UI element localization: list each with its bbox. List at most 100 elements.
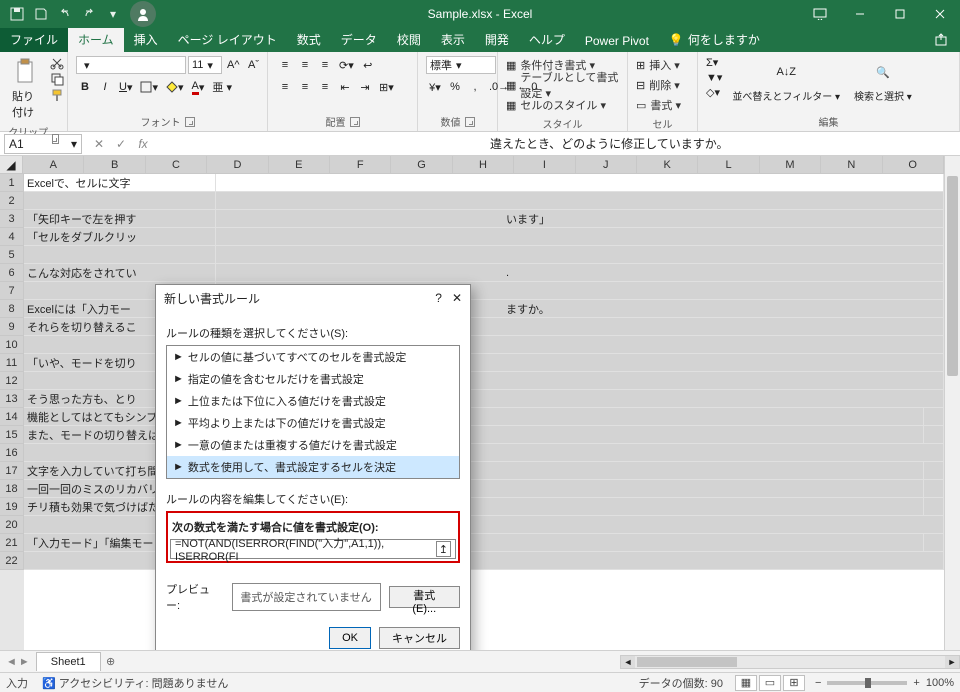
cell[interactable] bbox=[924, 534, 944, 551]
cell[interactable] bbox=[924, 480, 944, 497]
row-header[interactable]: 5 bbox=[0, 246, 24, 264]
zoom-out-icon[interactable]: − bbox=[815, 677, 821, 689]
align-bottom-icon[interactable]: ≡ bbox=[316, 56, 334, 74]
col-header[interactable]: G bbox=[391, 156, 452, 173]
normal-view-icon[interactable]: ▦ bbox=[735, 675, 757, 691]
clipboard-launcher[interactable] bbox=[52, 134, 59, 144]
col-header[interactable]: H bbox=[453, 156, 514, 173]
dialog-help-icon[interactable]: ? bbox=[435, 291, 442, 305]
cell[interactable] bbox=[924, 498, 944, 515]
row-header[interactable]: 4 bbox=[0, 228, 24, 246]
orientation-icon[interactable]: ⟳▾ bbox=[336, 56, 357, 74]
merge-button[interactable]: ⊞▾ bbox=[376, 78, 397, 96]
sheet-nav[interactable]: ◄► bbox=[0, 656, 36, 668]
row-header[interactable]: 9 bbox=[0, 318, 24, 336]
clear-button[interactable]: ◇▾ bbox=[706, 86, 722, 99]
tab-home[interactable]: ホーム bbox=[68, 27, 124, 52]
dialog-close-icon[interactable]: ✕ bbox=[452, 291, 462, 305]
formula-input[interactable]: 違えたとき、どのように修正していますか。 bbox=[154, 134, 960, 154]
col-header[interactable]: E bbox=[269, 156, 330, 173]
zoom-control[interactable]: − + 100% bbox=[815, 677, 954, 689]
col-header[interactable]: F bbox=[330, 156, 391, 173]
row-header[interactable]: 13 bbox=[0, 390, 24, 408]
rule-type-item[interactable]: ► 指定の値を含むセルだけを書式設定 bbox=[167, 368, 459, 390]
horizontal-scrollbar[interactable]: ◄ ► bbox=[620, 655, 960, 669]
autosum-button[interactable]: Σ▾ bbox=[706, 56, 722, 69]
select-all-corner[interactable]: ◢ bbox=[0, 156, 23, 173]
col-header[interactable]: L bbox=[698, 156, 759, 173]
accounting-button[interactable]: ¥▾ bbox=[426, 78, 444, 96]
format-as-table-button[interactable]: ▦テーブルとして書式設定 ▾ bbox=[506, 76, 619, 94]
ok-button[interactable]: OK bbox=[329, 627, 371, 649]
formula-input-field[interactable]: =NOT(AND(ISERROR(FIND("入力",A1,1)), ISERR… bbox=[170, 539, 456, 559]
qat-dropdown-icon[interactable]: ▾ bbox=[102, 3, 124, 25]
increase-indent-icon[interactable]: ⇥ bbox=[356, 78, 374, 96]
font-size-combo[interactable]: 11▾ bbox=[188, 56, 222, 74]
row-header[interactable]: 1 bbox=[0, 174, 24, 192]
share-button[interactable] bbox=[924, 28, 960, 52]
row-header[interactable]: 16 bbox=[0, 444, 24, 462]
find-select-button[interactable]: 🔍検索と選択 ▾ bbox=[850, 56, 916, 105]
cell[interactable] bbox=[24, 246, 216, 263]
cell[interactable]: 「セルをダブルクリッ bbox=[24, 228, 216, 245]
percent-button[interactable]: % bbox=[446, 78, 464, 96]
cancel-formula-icon[interactable]: ✕ bbox=[88, 134, 110, 154]
cell[interactable]: Excelで、セルに文字 bbox=[24, 174, 216, 191]
cell[interactable] bbox=[216, 228, 944, 245]
row-header[interactable]: 10 bbox=[0, 336, 24, 354]
tell-me[interactable]: 💡何をしますか bbox=[659, 27, 770, 52]
minimize-button[interactable] bbox=[840, 0, 880, 28]
rule-type-item[interactable]: ► 上位または下位に入る値だけを書式設定 bbox=[167, 390, 459, 412]
underline-button[interactable]: U ▾ bbox=[116, 78, 135, 96]
page-break-view-icon[interactable]: ⊞ bbox=[783, 675, 805, 691]
row-header[interactable]: 19 bbox=[0, 498, 24, 516]
cell[interactable]: 「矢印キーで左を押す bbox=[24, 210, 216, 227]
copy-icon[interactable] bbox=[50, 72, 64, 86]
row-header[interactable]: 8 bbox=[0, 300, 24, 318]
cell[interactable] bbox=[216, 174, 944, 191]
tab-developer[interactable]: 開発 bbox=[475, 27, 519, 52]
row-header[interactable]: 3 bbox=[0, 210, 24, 228]
ribbon-options-icon[interactable] bbox=[800, 0, 840, 28]
border-button[interactable]: ▾ bbox=[137, 78, 161, 96]
redo-icon[interactable] bbox=[78, 3, 100, 25]
col-header[interactable]: O bbox=[883, 156, 944, 173]
col-header[interactable]: M bbox=[760, 156, 821, 173]
rule-type-item[interactable]: ► 平均より上または下の値だけを書式設定 bbox=[167, 412, 459, 434]
font-launcher[interactable] bbox=[185, 117, 195, 127]
cell[interactable]: . bbox=[216, 264, 944, 281]
user-avatar[interactable] bbox=[130, 1, 156, 27]
cell[interactable] bbox=[924, 408, 944, 425]
cut-icon[interactable] bbox=[50, 56, 64, 70]
col-header[interactable]: B bbox=[84, 156, 145, 173]
align-launcher[interactable] bbox=[350, 117, 360, 127]
hscroll-right[interactable]: ► bbox=[945, 656, 959, 668]
row-header[interactable]: 22 bbox=[0, 552, 24, 570]
increase-font-icon[interactable]: A^ bbox=[224, 56, 243, 74]
row-header[interactable]: 6 bbox=[0, 264, 24, 282]
font-color-button[interactable]: A▾ bbox=[189, 78, 208, 96]
bold-button[interactable]: B bbox=[76, 78, 94, 96]
tab-file[interactable]: ファイル bbox=[0, 27, 68, 52]
close-button[interactable] bbox=[920, 0, 960, 28]
zoom-slider[interactable] bbox=[827, 681, 907, 685]
col-header[interactable]: N bbox=[821, 156, 882, 173]
hscroll-left[interactable]: ◄ bbox=[621, 656, 635, 668]
decrease-indent-icon[interactable]: ⇤ bbox=[336, 78, 354, 96]
decrease-font-icon[interactable]: Aˇ bbox=[245, 56, 263, 74]
sheet-tab[interactable]: Sheet1 bbox=[36, 652, 101, 671]
rule-type-listbox[interactable]: ► セルの値に基づいてすべてのセルを書式設定► 指定の値を含むセルだけを書式設定… bbox=[166, 345, 460, 479]
tab-formulas[interactable]: 数式 bbox=[287, 27, 331, 52]
cell[interactable] bbox=[924, 462, 944, 479]
autosave-icon[interactable] bbox=[6, 3, 28, 25]
format-cells-button[interactable]: ▭書式 ▾ bbox=[636, 96, 681, 114]
row-header[interactable]: 20 bbox=[0, 516, 24, 534]
row-header[interactable]: 17 bbox=[0, 462, 24, 480]
row-header[interactable]: 14 bbox=[0, 408, 24, 426]
number-launcher[interactable] bbox=[465, 117, 475, 127]
zoom-in-icon[interactable]: + bbox=[913, 677, 919, 689]
col-header[interactable]: A bbox=[23, 156, 84, 173]
accessibility-status[interactable]: ♿ アクセシビリティ: 問題ありません bbox=[42, 675, 228, 691]
range-picker-icon[interactable]: ↥ bbox=[436, 541, 451, 557]
page-layout-view-icon[interactable]: ▭ bbox=[759, 675, 781, 691]
